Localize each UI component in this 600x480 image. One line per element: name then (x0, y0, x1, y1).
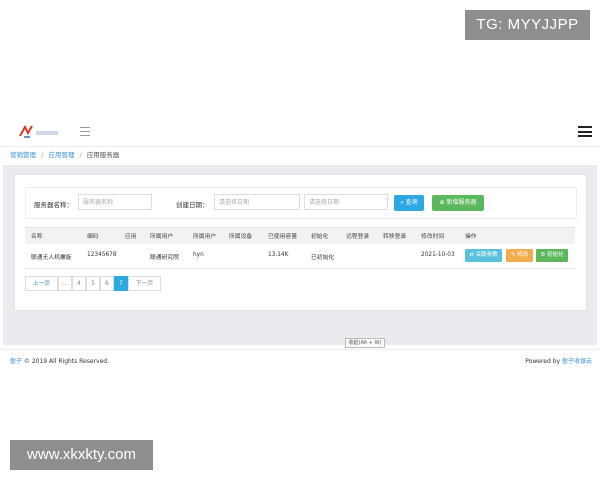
search-form: 服务器名称： 创建日期： ⌕ 查询 ⊕ 新增服务器 (25, 187, 577, 219)
watermark-bottom: www.xkxkty.com (10, 440, 153, 470)
col-modified: 修改时间 (421, 234, 445, 240)
menu-toggle-icon[interactable] (80, 127, 90, 136)
list-menu-icon[interactable] (578, 126, 592, 137)
breadcrumb-item-current: 应用服务器 (86, 151, 120, 159)
query-button[interactable]: ⌕ 查询 (394, 195, 424, 211)
prev-page-button[interactable]: 上一页 (25, 276, 58, 291)
col-code: 编码 (87, 234, 99, 240)
footer-brand[interactable]: 盈子 (10, 358, 22, 365)
date-end-input[interactable] (304, 194, 388, 210)
cell-code: 12345678 (87, 252, 117, 258)
next-page-button[interactable]: 下一页 (128, 276, 161, 291)
breadcrumb-item-app-manage[interactable]: 应用管理 (48, 151, 74, 159)
page-ellipsis[interactable]: ... (58, 276, 72, 291)
breadcrumb-separator: / (41, 151, 44, 159)
breadcrumb-item-marketing[interactable]: 营销管理 (10, 151, 36, 159)
server-name-label: 服务器名称： (34, 201, 73, 209)
col-actions: 操作 (465, 234, 477, 240)
app-window: 营销管理 / 应用管理 / 应用服务器 服务器名称： 创建日期： ⌕ 查询 ⊕ … (0, 118, 600, 368)
cell-used: 13.14K (268, 252, 289, 258)
col-init: 初始化 (311, 234, 329, 240)
col-device: 所属设备 (229, 234, 253, 240)
create-date-label: 创建日期： (176, 201, 209, 209)
cell-user: hyn (193, 252, 204, 258)
cell-init: 已初始化 (311, 255, 335, 261)
breadcrumb-separator: / (79, 151, 82, 159)
page-4-button[interactable]: 4 (72, 276, 86, 291)
powered-by-text: Powered by 盈子收银云 (525, 358, 592, 365)
col-app: 应用 (125, 234, 137, 240)
brand-logo[interactable] (18, 124, 60, 140)
powered-brand-link[interactable]: 盈子收银云 (562, 358, 592, 365)
col-user: 所属用户 (193, 234, 217, 240)
server-list-panel: 服务器名称： 创建日期： ⌕ 查询 ⊕ 新增服务器 名称 编码 应用 所属用户 … (14, 174, 587, 311)
col-remote: 远程登录 (346, 234, 370, 240)
breadcrumb: 营销管理 / 应用管理 / 应用服务器 (10, 149, 119, 161)
add-server-button[interactable]: ⊕ 新增服务器 (432, 195, 484, 211)
table-row: 联通无人机螺旋 12345678 联通研究院 hyn 13.14K 已初始化 2… (25, 244, 575, 269)
cell-name: 联通无人机螺旋 (31, 255, 72, 261)
page-6-button[interactable]: 6 (100, 276, 114, 291)
page-7-button-current[interactable]: 7 (114, 276, 128, 291)
top-navbar (0, 118, 600, 147)
copyright-text: 盈子 © 2019 All Rights Reserved. (10, 358, 110, 365)
col-owner: 所属用户 (150, 234, 174, 240)
table-header: 名称 编码 应用 所属用户 所属用户 所属设备 已使用容量 初始化 远程登录 转… (25, 227, 575, 245)
initialize-button[interactable]: ⚙ 初始化 (536, 249, 568, 262)
col-used: 已使用容量 (268, 234, 297, 240)
col-name: 名称 (31, 234, 43, 240)
col-transfer: 转移登录 (383, 234, 407, 240)
cell-owner: 联通研究院 (150, 255, 179, 261)
watermark-top: TG: MYYJJPP (465, 10, 590, 40)
collapse-tooltip[interactable]: 收起(Alt + W) (345, 338, 385, 348)
page-footer: 盈子 © 2019 All Rights Reserved. Powered b… (0, 349, 600, 368)
edit-button[interactable]: ✎ 修改 (506, 249, 533, 262)
date-start-input[interactable] (214, 194, 300, 210)
page-5-button[interactable]: 5 (86, 276, 100, 291)
cell-modified: 2021-10-03 (421, 252, 455, 258)
server-name-input[interactable] (78, 194, 152, 210)
related-params-button[interactable]: ⇄ 关联参数 (465, 249, 502, 262)
